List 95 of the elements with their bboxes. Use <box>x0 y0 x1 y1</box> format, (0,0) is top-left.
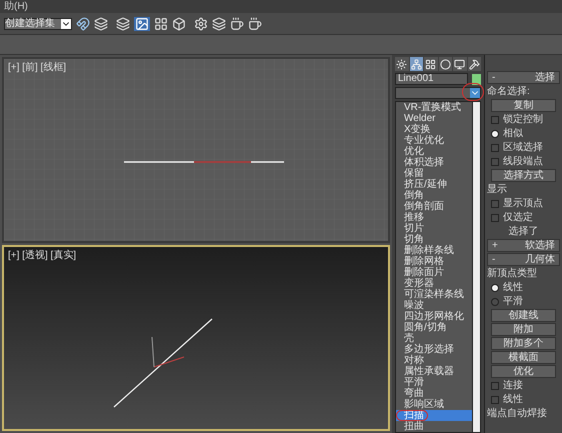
checkbox[interactable] <box>491 144 499 152</box>
panel-button[interactable]: 附加 <box>491 323 556 336</box>
checkbox[interactable] <box>491 200 499 208</box>
panel-tab[interactable] <box>395 57 408 71</box>
image-icon[interactable] <box>134 16 150 30</box>
checkbox[interactable] <box>491 396 499 404</box>
checkbox-label: 仅选定 <box>503 212 533 222</box>
modifier-item[interactable]: 平滑 <box>396 377 472 388</box>
checkbox[interactable] <box>491 116 499 124</box>
modifier-item[interactable]: 属性承载器 <box>396 366 472 377</box>
monitor-icon <box>454 58 466 70</box>
modifier-item[interactable]: 切角 <box>396 234 472 245</box>
modifier-item[interactable]: 圆角/切角 <box>396 322 472 333</box>
rollout-header[interactable]: + 软选择 <box>487 239 560 252</box>
modifier-item[interactable]: 删除网格 <box>396 256 472 267</box>
selection-set-dropdown[interactable]: 创建选择集 <box>4 18 72 30</box>
magnet-icon[interactable] <box>76 16 90 30</box>
radio-label: 相似 <box>503 128 523 138</box>
box-icon[interactable] <box>172 16 186 30</box>
modifier-item[interactable]: 可渲染样条线 <box>396 289 472 300</box>
modifier-item[interactable]: 倒角剖面 <box>396 201 472 212</box>
panel-button[interactable]: 创建线 <box>491 309 556 322</box>
modifier-item[interactable]: 噪波 <box>396 300 472 311</box>
group-label: 显示 <box>487 183 508 196</box>
checkbox-label: 连接 <box>503 380 523 390</box>
modifier-item[interactable]: 对称 <box>396 355 472 366</box>
settings-icon[interactable] <box>194 16 208 30</box>
color-swatch[interactable] <box>472 74 481 84</box>
modifier-item[interactable]: 专业优化 <box>396 135 472 146</box>
checkbox-label: 锁定控制 <box>503 114 543 124</box>
modifier-item[interactable]: 倒角 <box>396 190 472 201</box>
caret-icon <box>61 18 71 28</box>
layers-icon[interactable] <box>212 16 226 30</box>
modifier-item[interactable]: VR-置换模式 <box>396 102 472 113</box>
grid-icon[interactable] <box>154 16 168 30</box>
viewport-label[interactable]: [+] [前] [线框] <box>8 63 66 73</box>
radio-button[interactable] <box>491 284 499 292</box>
modifier-item[interactable]: 优化 <box>396 146 472 157</box>
panel-tab[interactable] <box>424 57 438 71</box>
panel-tab[interactable] <box>410 57 423 71</box>
modifier-list-dropdown[interactable] <box>395 87 481 99</box>
layers-icon[interactable] <box>94 16 108 30</box>
checkbox-label: 显示顶点 <box>503 198 543 208</box>
panel-button[interactable]: 横截面 <box>491 351 556 364</box>
modifier-item[interactable]: 保留 <box>396 168 472 179</box>
caret-icon <box>470 88 480 98</box>
network-icon <box>410 58 422 70</box>
modifier-item[interactable]: X变换 <box>396 124 472 135</box>
checkbox-label: 区域选择 <box>503 142 543 152</box>
group-label: 命名选择: <box>487 85 531 98</box>
panel-button[interactable]: 附加多个 <box>491 337 556 350</box>
panel-tab[interactable] <box>453 57 466 71</box>
modifier-item[interactable]: 体积选择 <box>396 157 472 168</box>
panel-button[interactable]: 选择方式 <box>491 169 556 182</box>
panel-tab[interactable] <box>468 57 481 71</box>
modifier-item[interactable]: 变形器 <box>396 278 472 289</box>
modifier-item[interactable]: 删除面片 <box>396 267 472 278</box>
modifier-item[interactable]: Welder <box>396 113 472 124</box>
radio-label: 平滑 <box>503 296 523 306</box>
modifier-item[interactable]: 删除样条线 <box>396 245 472 256</box>
radio-button[interactable] <box>491 298 499 306</box>
checkbox[interactable] <box>491 214 499 222</box>
object-name-field[interactable]: Line001 <box>395 73 468 85</box>
cup-icon[interactable] <box>248 16 262 30</box>
modifier-item[interactable]: 多边形选择 <box>396 344 472 355</box>
rollout-header[interactable]: - 选择 <box>487 71 560 84</box>
panel-button[interactable]: 复制 <box>491 99 556 112</box>
sun-icon <box>396 58 408 70</box>
modifier-item[interactable]: 壳 <box>396 333 472 344</box>
checkbox[interactable] <box>491 158 499 166</box>
rollout-header[interactable]: - 几何体 <box>487 253 560 266</box>
radio-label: 线性 <box>503 282 523 292</box>
checkbox-label: 线性 <box>503 394 523 404</box>
modifier-item[interactable]: 推移 <box>396 212 472 223</box>
viewport-label[interactable]: [+] [透视] [真实] <box>8 251 76 261</box>
status-text: 选择了 <box>508 225 540 238</box>
hammer-icon <box>468 58 480 70</box>
modifier-item[interactable]: 弯曲 <box>396 388 472 399</box>
radio-button[interactable] <box>491 130 499 138</box>
group-label: 新顶点类型 <box>487 267 538 280</box>
panel-tab[interactable] <box>438 57 452 71</box>
modifier-item[interactable]: 影响区域 <box>396 399 472 410</box>
modifier-item[interactable]: 挤压/延伸 <box>396 179 472 190</box>
group-label: 端点自动焊接 <box>487 407 548 420</box>
layers-icon[interactable] <box>116 16 130 30</box>
menu-item[interactable]: 助(H) <box>4 0 28 12</box>
panel-button[interactable]: 优化 <box>491 365 556 378</box>
grid-icon <box>425 58 436 70</box>
circle-icon <box>440 58 451 70</box>
checkbox-label: 线段端点 <box>503 156 543 166</box>
checkbox[interactable] <box>491 382 499 390</box>
modifier-item[interactable]: 四边形网格化 <box>396 311 472 322</box>
modifier-item[interactable]: 扭曲 <box>396 421 472 432</box>
cup-icon[interactable] <box>230 16 244 30</box>
modifier-item[interactable]: 切片 <box>396 223 472 234</box>
